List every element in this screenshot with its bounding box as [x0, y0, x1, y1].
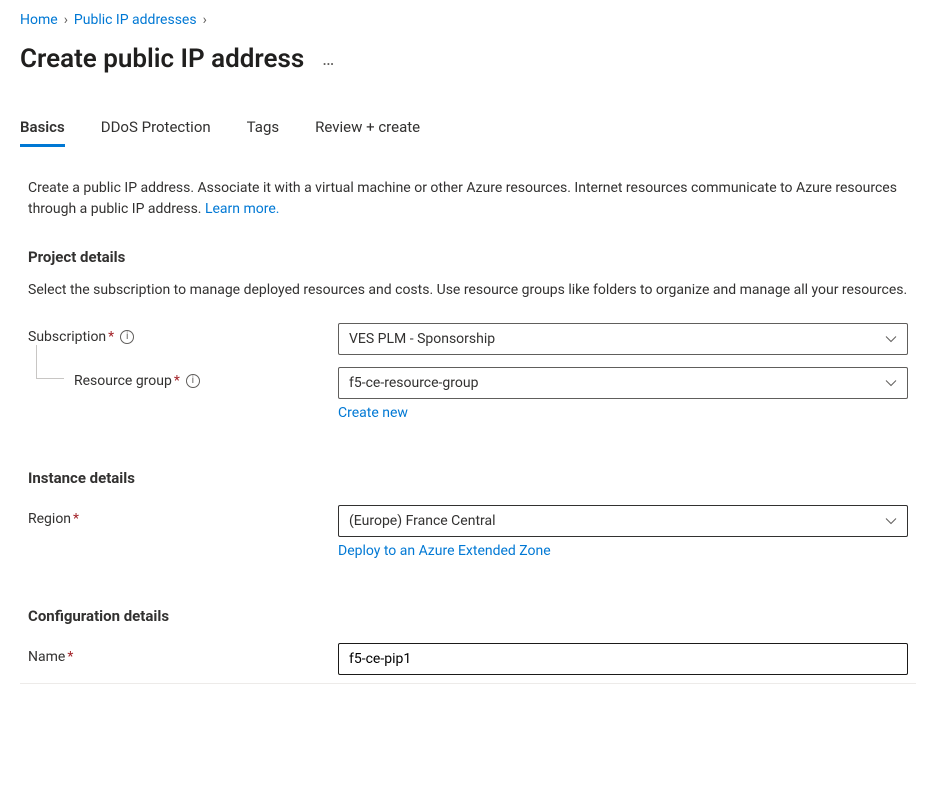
name-label-text: Name: [28, 649, 65, 665]
subscription-select[interactable]: VES PLM - Sponsorship: [338, 323, 908, 355]
subscription-label: Subscription * i: [28, 323, 338, 345]
region-label-text: Region: [28, 511, 71, 527]
tree-connector-icon: [36, 345, 64, 379]
name-input[interactable]: [338, 643, 908, 675]
chevron-right-icon: ›: [203, 12, 207, 28]
required-indicator: *: [108, 329, 114, 345]
resource-group-label: Resource group * i: [28, 367, 338, 389]
divider: [20, 683, 916, 684]
region-label: Region *: [28, 505, 338, 527]
chevron-down-icon: [885, 515, 897, 527]
create-new-resource-group-link[interactable]: Create new: [338, 405, 408, 421]
more-actions-button[interactable]: …: [322, 49, 336, 70]
tab-review-create[interactable]: Review + create: [315, 118, 420, 147]
section-heading-instance-details: Instance details: [28, 469, 908, 487]
breadcrumb-home[interactable]: Home: [20, 12, 58, 28]
deploy-extended-zone-link[interactable]: Deploy to an Azure Extended Zone: [338, 543, 551, 559]
intro-text-content: Create a public IP address. Associate it…: [28, 180, 897, 217]
required-indicator: *: [73, 511, 79, 527]
project-details-description: Select the subscription to manage deploy…: [28, 280, 908, 301]
learn-more-link[interactable]: Learn more.: [205, 201, 280, 217]
subscription-select-value: VES PLM - Sponsorship: [349, 331, 495, 347]
breadcrumb: Home › Public IP addresses ›: [20, 12, 916, 28]
breadcrumb-public-ip-addresses[interactable]: Public IP addresses: [74, 12, 197, 28]
section-heading-project-details: Project details: [28, 248, 908, 266]
chevron-down-icon: [885, 377, 897, 389]
subscription-label-text: Subscription: [28, 329, 106, 345]
required-indicator: *: [174, 373, 180, 389]
tab-ddos-protection[interactable]: DDoS Protection: [101, 118, 211, 147]
intro-text: Create a public IP address. Associate it…: [28, 178, 908, 220]
section-heading-configuration-details: Configuration details: [28, 607, 908, 625]
info-icon[interactable]: i: [186, 374, 200, 388]
name-label: Name *: [28, 643, 338, 665]
region-select[interactable]: (Europe) France Central: [338, 505, 908, 537]
resource-group-select[interactable]: f5-ce-resource-group: [338, 367, 908, 399]
region-select-value: (Europe) France Central: [349, 513, 496, 529]
tab-tags[interactable]: Tags: [247, 118, 279, 147]
resource-group-label-text: Resource group: [74, 373, 172, 389]
tab-basics[interactable]: Basics: [20, 118, 65, 147]
chevron-right-icon: ›: [64, 12, 68, 28]
resource-group-select-value: f5-ce-resource-group: [349, 375, 478, 391]
page-title: Create public IP address: [20, 44, 304, 74]
required-indicator: *: [67, 649, 73, 665]
tabs: Basics DDoS Protection Tags Review + cre…: [20, 118, 916, 148]
info-icon[interactable]: i: [120, 330, 134, 344]
chevron-down-icon: [885, 333, 897, 345]
